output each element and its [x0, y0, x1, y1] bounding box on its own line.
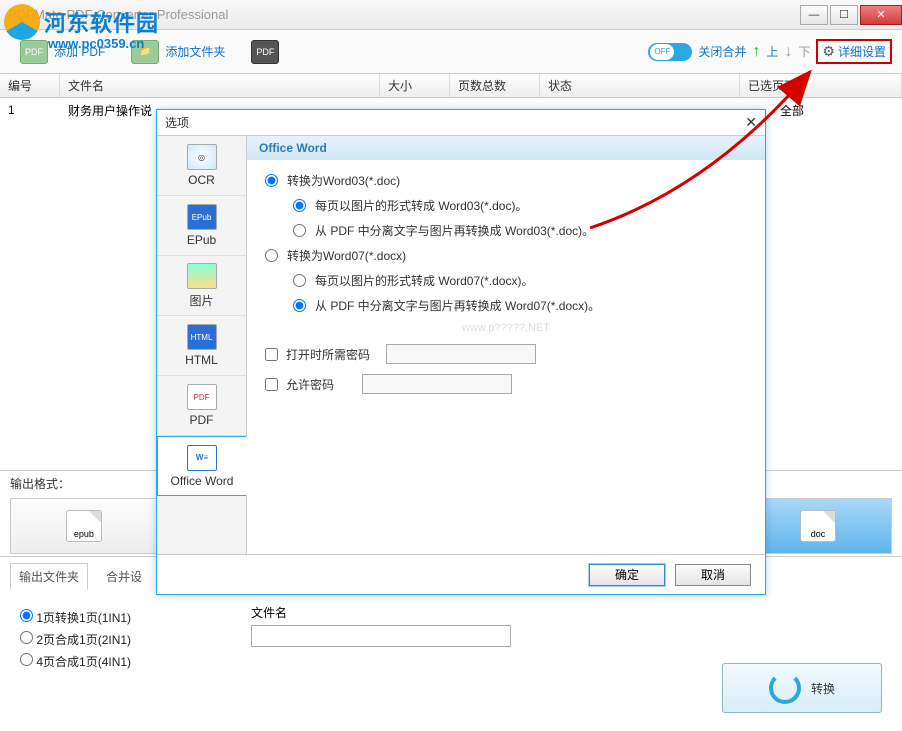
panel-watermark: www.p?????.NET	[265, 322, 747, 334]
convert-icon	[769, 672, 801, 704]
html-tab-icon: HTML	[187, 324, 217, 350]
titlebar: PDFMate PDF Converter Professional — ☐ ✕	[0, 0, 902, 30]
output-folder-tab[interactable]: 输出文件夹	[10, 563, 88, 590]
image-tab-icon	[187, 263, 217, 289]
merge-settings-tab[interactable]: 合并设	[98, 564, 150, 589]
row-number: 1	[0, 103, 60, 117]
col-selected[interactable]: 已选页面	[740, 74, 902, 97]
layout-4in1[interactable]: 4页合成1页(4IN1)	[20, 653, 131, 670]
move-down-button[interactable]: 下	[798, 43, 810, 60]
filename-label: 文件名	[251, 604, 511, 621]
detail-settings-highlighted: ⚙ 详细设置	[816, 39, 892, 64]
close-merge-link[interactable]: 关闭合并	[698, 43, 746, 60]
pdf-tool-button[interactable]: PDF	[241, 36, 289, 68]
app-title: PDFMate PDF Converter Professional	[8, 7, 798, 22]
dialog-title: 选项	[165, 114, 745, 131]
opt-word07-split[interactable]: 从 PDF 中分离文字与图片再转换成 Word07(*.docx)。	[293, 297, 747, 314]
merge-toggle[interactable]	[648, 43, 692, 61]
col-pages[interactable]: 页数总数	[450, 74, 540, 97]
opt-word03-image[interactable]: 每页以图片的形式转成 Word03(*.doc)。	[293, 197, 747, 214]
ocr-icon: ◎	[187, 144, 217, 170]
epub-icon: epub	[66, 510, 102, 542]
main-toolbar: PDF 添加 PDF 📁 添加文件夹 PDF 关闭合并 ↑ 上 ↓ 下 ⚙ 详细…	[0, 30, 902, 74]
tab-pdf[interactable]: PDFPDF	[157, 376, 246, 436]
open-password-input[interactable]	[386, 344, 536, 364]
open-password-check[interactable]: 打开时所需密码	[265, 344, 747, 364]
maximize-button[interactable]: ☐	[830, 5, 858, 25]
col-number[interactable]: 编号	[0, 74, 60, 97]
opt-word03[interactable]: 转换为Word03(*.doc)	[265, 172, 747, 189]
col-status[interactable]: 状态	[540, 74, 740, 97]
col-filename[interactable]: 文件名	[60, 74, 380, 97]
tab-epub[interactable]: EPubEPub	[157, 196, 246, 256]
convert-button[interactable]: 转换	[722, 663, 882, 713]
format-epub-button[interactable]: epub	[11, 499, 158, 553]
move-up-icon[interactable]: ↑	[752, 43, 760, 61]
tab-office-word[interactable]: W≡Office Word	[157, 436, 247, 496]
dialog-panel: Office Word 转换为Word03(*.doc) 每页以图片的形式转成 …	[247, 136, 765, 554]
filename-group: 文件名	[251, 604, 511, 675]
tab-image[interactable]: 图片	[157, 256, 246, 316]
cancel-button[interactable]: 取消	[675, 564, 751, 586]
dialog-titlebar: 选项 ✕	[157, 110, 765, 136]
format-doc-button[interactable]: doc	[745, 499, 891, 553]
ok-button[interactable]: 确定	[589, 564, 665, 586]
allow-password-check[interactable]: 允许密码	[265, 374, 747, 394]
move-up-button[interactable]: 上	[766, 43, 778, 60]
allow-password-input[interactable]	[362, 374, 512, 394]
word-tab-icon: W≡	[187, 445, 217, 471]
add-pdf-button[interactable]: PDF 添加 PDF	[10, 36, 115, 68]
layout-1in1[interactable]: 1页转换1页(1IN1)	[20, 609, 131, 626]
tab-ocr[interactable]: ◎OCR	[157, 136, 246, 196]
add-folder-button[interactable]: 📁 添加文件夹	[121, 36, 235, 68]
opt-word07-image[interactable]: 每页以图片的形式转成 Word07(*.docx)。	[293, 272, 747, 289]
pdf-dark-icon: PDF	[251, 40, 279, 64]
row-selected-pages: 全部	[772, 102, 902, 119]
col-size[interactable]: 大小	[380, 74, 450, 97]
doc-icon: doc	[800, 510, 836, 542]
opt-word07[interactable]: 转换为Word07(*.docx)	[265, 247, 747, 264]
gear-icon[interactable]: ⚙	[822, 43, 835, 60]
minimize-button[interactable]: —	[800, 5, 828, 25]
add-pdf-icon: PDF	[20, 40, 48, 64]
dialog-side-tabs: ◎OCR EPubEPub 图片 HTMLHTML PDFPDF W≡Offic…	[157, 136, 247, 554]
opt-word03-split[interactable]: 从 PDF 中分离文字与图片再转换成 Word03(*.doc)。	[293, 222, 747, 239]
pdf-tab-icon: PDF	[187, 384, 217, 410]
close-button[interactable]: ✕	[860, 5, 902, 25]
move-down-icon[interactable]: ↓	[784, 43, 792, 61]
dialog-close-icon[interactable]: ✕	[745, 114, 757, 131]
dialog-footer: 确定 取消	[157, 554, 765, 594]
add-folder-icon: 📁	[131, 40, 159, 64]
filename-input[interactable]	[251, 625, 511, 647]
epub-tab-icon: EPub	[187, 204, 217, 230]
detail-settings-button[interactable]: 详细设置	[838, 43, 886, 60]
layout-2in1[interactable]: 2页合成1页(2IN1)	[20, 631, 131, 648]
file-list-header: 编号 文件名 大小 页数总数 状态 已选页面	[0, 74, 902, 98]
panel-title: Office Word	[247, 136, 765, 160]
options-dialog: 选项 ✕ ◎OCR EPubEPub 图片 HTMLHTML PDFPDF W≡…	[156, 109, 766, 595]
tab-html[interactable]: HTMLHTML	[157, 316, 246, 376]
page-layout-radios: 1页转换1页(1IN1) 2页合成1页(2IN1) 4页合成1页(4IN1)	[20, 604, 131, 675]
